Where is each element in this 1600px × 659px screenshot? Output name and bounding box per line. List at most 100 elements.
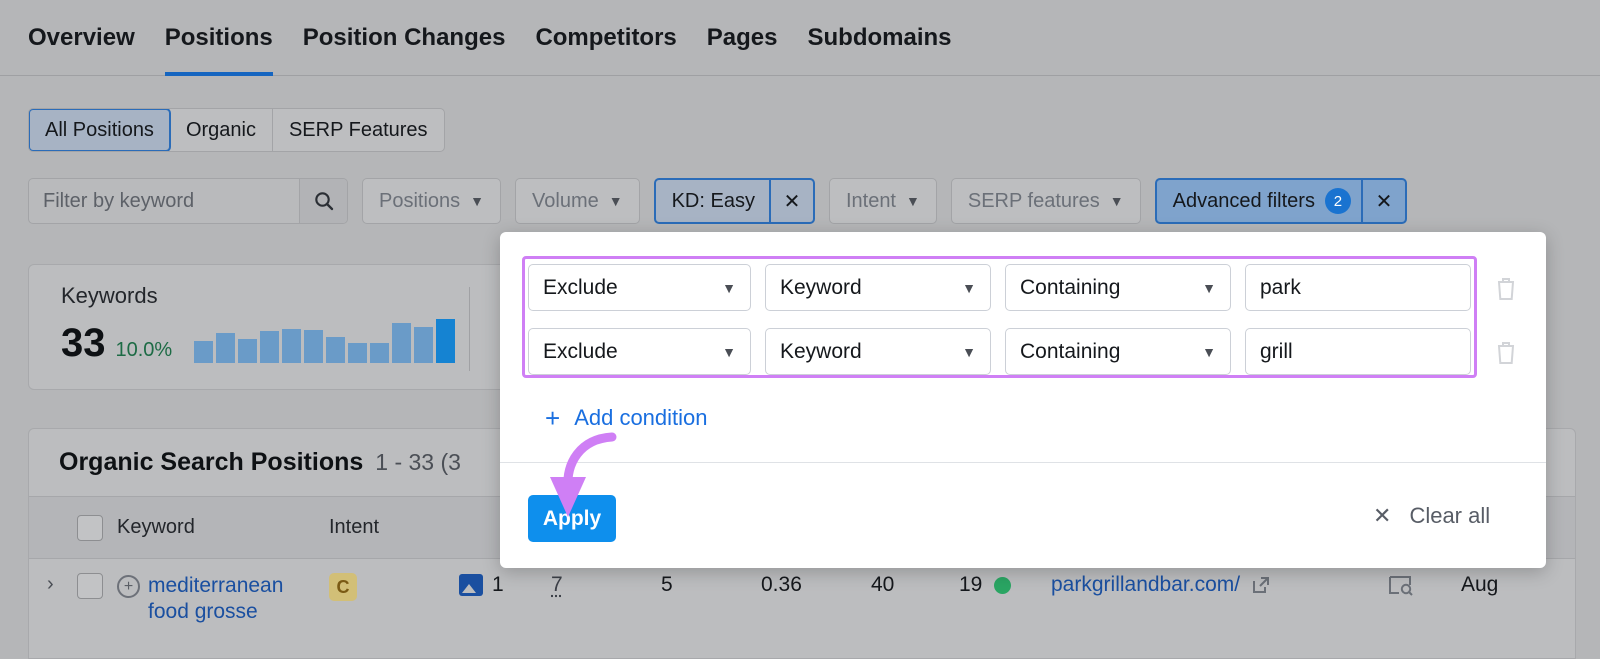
filter-condition-row: Exclude ▼ Keyword ▼ Containing ▼ park xyxy=(528,264,1519,311)
close-icon: ✕ xyxy=(783,190,801,213)
chip-label: KD: Easy xyxy=(671,189,755,212)
keywords-sparkline xyxy=(194,317,456,363)
chevron-down-icon: ▼ xyxy=(722,343,736,360)
sparkline-bar xyxy=(194,341,214,363)
page-title: Organic Search Positions xyxy=(59,448,364,476)
column-header-keyword[interactable]: Keyword xyxy=(117,516,195,539)
tab-subdomains[interactable]: Subdomains xyxy=(808,0,952,76)
url-link[interactable]: parkgrillandbar.com/ xyxy=(1051,573,1240,597)
search-button[interactable] xyxy=(299,179,347,223)
chevron-down-icon: ▼ xyxy=(906,193,920,209)
add-condition-button[interactable]: + Add condition xyxy=(545,405,708,431)
tab-label: Overview xyxy=(28,23,135,51)
select-value: Exclude xyxy=(543,339,618,363)
trash-icon xyxy=(1497,341,1515,364)
select-value: Exclude xyxy=(543,275,618,299)
chip-label: Advanced filters xyxy=(1172,189,1315,212)
keywords-metric: Keywords 33 10.0% xyxy=(61,283,456,365)
keywords-percent: 10.0% xyxy=(115,339,173,361)
position-value: 1 xyxy=(492,573,504,596)
volume-value: 5 xyxy=(661,573,673,596)
sparkline-bar xyxy=(216,333,236,363)
sparkline-bar xyxy=(238,339,258,363)
apply-button[interactable]: Apply xyxy=(528,495,616,542)
condition-field-select[interactable]: Keyword ▼ xyxy=(765,264,991,311)
segment-organic[interactable]: Organic xyxy=(170,109,273,151)
close-icon: ✕ xyxy=(1375,190,1393,213)
row-checkbox[interactable] xyxy=(77,573,103,599)
intent-filter[interactable]: Intent ▼ xyxy=(828,178,937,224)
tab-pages[interactable]: Pages xyxy=(707,0,778,76)
positions-filter[interactable]: Positions ▼ xyxy=(362,178,502,224)
advanced-filters-clear-button[interactable]: ✕ xyxy=(1360,180,1405,222)
tab-overview[interactable]: Overview xyxy=(28,0,135,76)
table-row: › + mediterranean food grosse C 1 7 5 0.… xyxy=(29,559,1575,626)
condition-operator-select[interactable]: Containing ▼ xyxy=(1005,264,1231,311)
keywords-value: 33 xyxy=(61,321,106,365)
segment-label: All Positions xyxy=(45,118,154,141)
chevron-down-icon: ▼ xyxy=(608,193,623,209)
select-all-checkbox[interactable] xyxy=(77,514,103,541)
tab-label: Competitors xyxy=(535,23,677,51)
external-link-icon[interactable] xyxy=(1250,574,1272,596)
sparkline-bar xyxy=(326,337,346,363)
clear-all-button[interactable]: ✕ Clear all xyxy=(1373,503,1490,529)
cpc-value: 0.36 xyxy=(761,573,802,596)
tab-label: Subdomains xyxy=(807,23,952,51)
traffic-percent-value: 40 xyxy=(871,573,895,596)
select-value: Containing xyxy=(1020,339,1121,363)
select-value: Keyword xyxy=(780,339,862,363)
condition-value-input[interactable]: grill xyxy=(1245,328,1471,375)
sparkline-bar xyxy=(260,331,280,363)
kd-value: 19 xyxy=(959,573,983,596)
filter-condition-row: Exclude ▼ Keyword ▼ Containing ▼ grill xyxy=(528,328,1519,375)
chevron-down-icon: ▼ xyxy=(962,343,976,360)
chevron-down-icon: ▼ xyxy=(1202,343,1216,360)
segment-label: Organic xyxy=(185,118,256,141)
chip-label: Intent xyxy=(845,189,896,212)
column-header-intent[interactable]: Intent xyxy=(329,516,379,538)
condition-field-select[interactable]: Keyword ▼ xyxy=(765,328,991,375)
clear-all-label: Clear all xyxy=(1409,503,1491,528)
condition-mode-select[interactable]: Exclude ▼ xyxy=(528,264,751,311)
tab-positions[interactable]: Positions xyxy=(164,0,273,76)
delete-condition-button[interactable] xyxy=(1493,275,1519,301)
tab-competitors[interactable]: Competitors xyxy=(535,0,676,76)
search-input[interactable]: Filter by keyword xyxy=(29,179,299,223)
advanced-filters-count-badge: 2 xyxy=(1324,188,1351,214)
add-keyword-icon[interactable]: + xyxy=(117,575,140,598)
condition-value-input[interactable]: park xyxy=(1245,264,1471,311)
advanced-filters-chip[interactable]: Advanced filters 2 ✕ xyxy=(1154,178,1407,224)
sparkline-bar xyxy=(436,319,456,363)
segment-all-positions[interactable]: All Positions xyxy=(28,109,171,151)
position-type-segmented-control: All Positions Organic SERP Features xyxy=(28,108,445,152)
chevron-down-icon: ▼ xyxy=(722,279,736,296)
chip-label: SERP features xyxy=(967,189,1100,212)
serp-features-filter[interactable]: SERP features ▼ xyxy=(950,178,1141,224)
sparkline-bar xyxy=(282,329,302,363)
sparkline-bar xyxy=(348,343,368,363)
intent-badge: C xyxy=(329,573,357,601)
volume-filter[interactable]: Volume ▼ xyxy=(515,178,640,224)
keyword-filter: Filter by keyword xyxy=(28,178,348,224)
kd-filter-clear-button[interactable]: ✕ xyxy=(768,180,813,222)
sparkline-bar xyxy=(392,323,412,363)
add-condition-label: Add condition xyxy=(574,405,708,430)
delete-condition-button[interactable] xyxy=(1493,339,1519,365)
close-icon: ✕ xyxy=(1373,503,1392,528)
serp-preview-icon[interactable] xyxy=(1387,573,1415,597)
chevron-down-icon: ▼ xyxy=(1109,193,1124,209)
metrics-divider xyxy=(469,287,470,371)
segment-serp-features[interactable]: SERP Features xyxy=(273,109,444,151)
expand-row-button[interactable]: › xyxy=(29,573,77,596)
condition-operator-select[interactable]: Containing ▼ xyxy=(1005,328,1231,375)
chip-label: Positions xyxy=(379,189,461,212)
panel-divider xyxy=(500,462,1546,463)
condition-mode-select[interactable]: Exclude ▼ xyxy=(528,328,751,375)
chevron-down-icon: ▼ xyxy=(1202,279,1216,296)
keyword-link[interactable]: mediterranean food grosse xyxy=(148,573,329,626)
update-date: Aug xyxy=(1461,573,1499,596)
kd-filter[interactable]: KD: Easy ✕ xyxy=(653,178,815,224)
tab-position-changes[interactable]: Position Changes xyxy=(303,0,506,76)
select-value: Containing xyxy=(1020,275,1121,299)
